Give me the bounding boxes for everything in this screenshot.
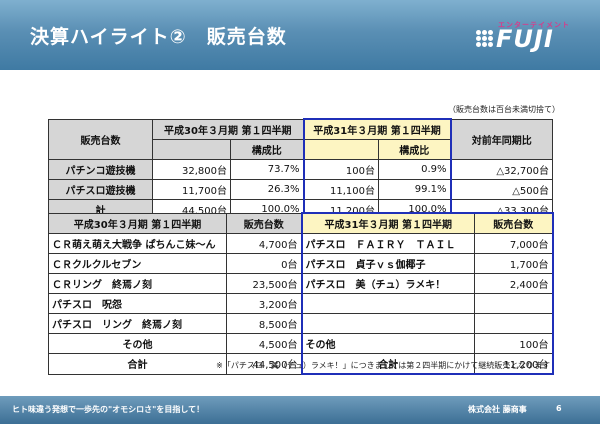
detail-other-cur-label: その他	[300, 333, 475, 354]
detail-other-label: その他	[48, 333, 227, 354]
company-logo: エンターテイメント FUJI	[476, 20, 574, 52]
detail-row: ＣＲクルクルセブン 0台 パチスロ 貞子ｖｓ伽椰子 1,700台	[48, 253, 554, 274]
summary-yoy-header: 対前年同期比	[450, 118, 553, 160]
logo-dots-icon	[476, 30, 494, 48]
detail-prev-name: パチスロ 呪怨	[48, 293, 227, 314]
detail-prev-units: 3,200台	[226, 293, 302, 314]
summary-prev-blank	[152, 139, 231, 160]
detail-table: 平成30年３月期 第１四半期 販売台数 平成31年３月期 第１四半期 販売台数 …	[48, 212, 554, 375]
detail-prev-units: 4,700台	[226, 233, 302, 254]
summary-row-label: パチンコ遊技機	[48, 159, 153, 180]
summary-row-label: パチスロ遊技機	[48, 179, 153, 200]
detail-prev-units: 8,500台	[226, 313, 302, 334]
summary-cur-period: 平成31年３月期 第１四半期	[302, 118, 452, 140]
summary-prev-period: 平成30年３月期 第１四半期	[152, 118, 304, 140]
detail-cur-units	[474, 293, 554, 314]
summary-yoy: △500台	[450, 179, 553, 200]
detail-other-row: その他 4,500台 その他 100台	[48, 333, 554, 354]
detail-cur-period: 平成31年３月期 第１四半期	[300, 212, 475, 234]
detail-cur-name	[300, 313, 475, 334]
detail-prev-name: ＣＲクルクルセブン	[48, 253, 227, 274]
detail-row: パチスロ 呪怨 3,200台	[48, 293, 554, 314]
detail-row: ＣＲリング 終焉ノ刻 23,500台 パチスロ 美（チュ）ラメキ！ 2,400台	[48, 273, 554, 294]
summary-cur-ratio: 99.1%	[378, 179, 452, 200]
detail-prev-name: ＣＲリング 終焉ノ刻	[48, 273, 227, 294]
summary-table: 販売台数 平成30年３月期 第１四半期 平成31年３月期 第１四半期 対前年同期…	[48, 118, 553, 221]
detail-cur-units	[474, 313, 554, 334]
detail-row: ＣＲ萌え萌え大戦争 ぱちんこ妹～ん 4,700台 パチスロ ＦＡＩＲＹ ＴＡＩＬ…	[48, 233, 554, 254]
detail-cur-name	[300, 293, 475, 314]
detail-cur-name: パチスロ 美（チュ）ラメキ！	[300, 273, 475, 294]
summary-cur-ratio: 0.9%	[378, 159, 452, 180]
detail-prev-units-header: 販売台数	[226, 212, 302, 234]
detail-prev-name: ＣＲ萌え萌え大戦争 ぱちんこ妹～ん	[48, 233, 227, 254]
logo-wordmark: FUJI	[496, 25, 554, 53]
slide-header: 決算ハイライト② 販売台数 エンターテイメント FUJI	[0, 0, 600, 70]
detail-prev-name: パチスロ リング 終焉ノ刻	[48, 313, 227, 334]
summary-prev-units: 11,700台	[152, 179, 231, 200]
detail-total-label: 合計	[48, 353, 227, 375]
detail-other-prev-units: 4,500台	[226, 333, 302, 354]
detail-prev-period: 平成30年３月期 第１四半期	[48, 212, 227, 234]
footer-company: 株式会社 藤商事	[468, 405, 527, 414]
rounding-note: （販売台数は百台未満切捨て）	[448, 105, 560, 114]
summary-cur-blank	[302, 139, 379, 160]
footer-slogan: ヒト味違う発想で一歩先の"オモシロさ"を目指して！	[12, 405, 205, 414]
detail-cur-units: 7,000台	[474, 233, 554, 254]
summary-yoy: △32,700台	[450, 159, 553, 180]
summary-cur-ratio-header: 構成比	[378, 139, 452, 160]
continuation-note: ※「パチスロ 美（チュ）ラメキ！」につきましては第２四半期にかけて継続販売となり…	[216, 361, 550, 370]
summary-row: パチスロ遊技機 11,700台 26.3% 11,100台 99.1% △500…	[48, 179, 553, 200]
summary-prev-units: 32,800台	[152, 159, 231, 180]
summary-cur-units: 11,100台	[302, 179, 379, 200]
page-number: 6	[556, 404, 562, 413]
detail-other-cur-units: 100台	[474, 333, 554, 354]
detail-cur-name: パチスロ 貞子ｖｓ伽椰子	[300, 253, 475, 274]
detail-cur-name: パチスロ ＦＡＩＲＹ ＴＡＩＬ	[300, 233, 475, 254]
summary-prev-ratio-header: 構成比	[230, 139, 304, 160]
summary-prev-ratio: 73.7%	[230, 159, 304, 180]
detail-prev-units: 23,500台	[226, 273, 302, 294]
summary-row: パチンコ遊技機 32,800台 73.7% 100台 0.9% △32,700台	[48, 159, 553, 180]
detail-cur-units: 2,400台	[474, 273, 554, 294]
summary-prev-ratio: 26.3%	[230, 179, 304, 200]
detail-cur-units: 1,700台	[474, 253, 554, 274]
slide-footer: ヒト味違う発想で一歩先の"オモシロさ"を目指して！ 株式会社 藤商事 6	[0, 396, 600, 424]
slide-title: 決算ハイライト② 販売台数	[30, 26, 287, 48]
detail-row: パチスロ リング 終焉ノ刻 8,500台	[48, 313, 554, 334]
summary-cur-units: 100台	[302, 159, 379, 180]
detail-prev-units: 0台	[226, 253, 302, 274]
summary-col-header: 販売台数	[48, 118, 153, 160]
detail-cur-units-header: 販売台数	[474, 212, 554, 234]
